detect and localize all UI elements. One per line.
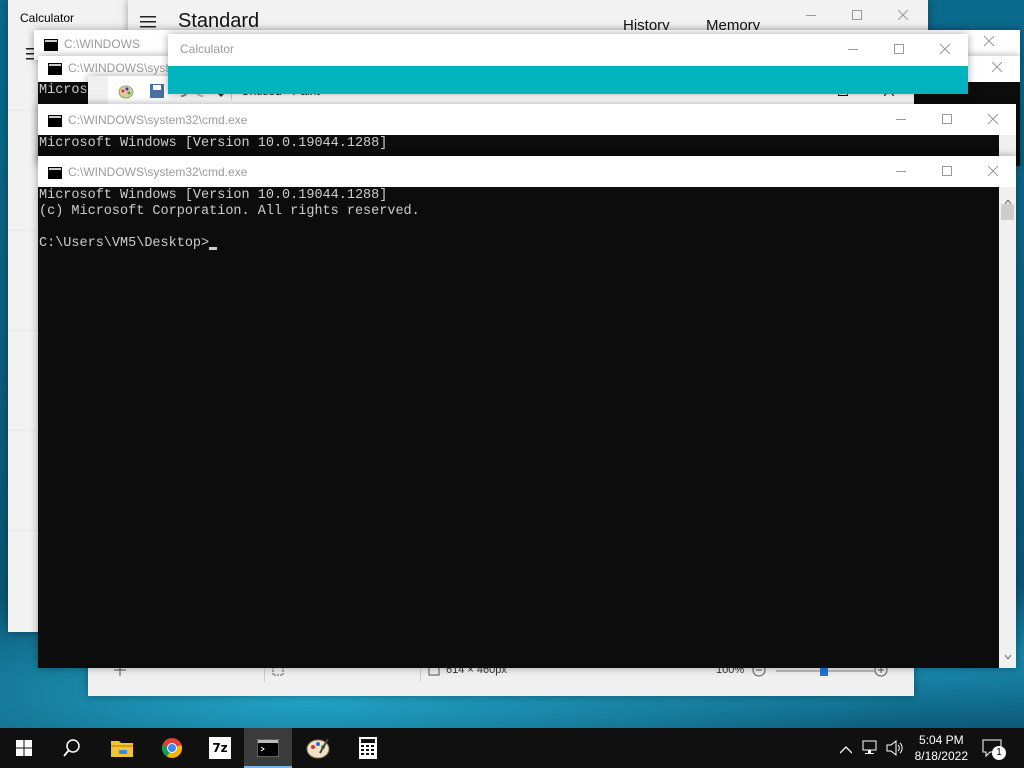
cmd-icon — [44, 38, 58, 56]
console-line: Microsoft Windows [Version 10.0.19044.12… — [39, 188, 388, 203]
file-explorer-button[interactable] — [98, 728, 146, 768]
scrollbar-thumb[interactable] — [1001, 204, 1014, 220]
calculator-icon — [359, 737, 377, 759]
cmd-window-active[interactable]: C:\WINDOWS\system32\cmd.exe Microsoft Wi… — [38, 156, 1016, 668]
minimize-button[interactable] — [788, 0, 834, 30]
vertical-scrollbar[interactable] — [999, 187, 1016, 668]
cmd-window-middle[interactable]: C:\WINDOWS\system32\cmd.exe Microsoft Wi… — [38, 104, 1016, 160]
cmd-icon — [48, 62, 62, 80]
close-button[interactable] — [966, 30, 1012, 52]
calculator-title: Calculator — [180, 42, 235, 56]
folder-icon — [111, 741, 133, 757]
close-button[interactable] — [922, 34, 968, 64]
minimize-button[interactable] — [878, 156, 924, 186]
chrome-button[interactable] — [148, 728, 196, 768]
system-clock[interactable]: 5:04 PM 8/18/2022 — [915, 732, 968, 764]
7zip-button[interactable]: 7z — [196, 728, 244, 768]
notifications-button[interactable]: 1 — [982, 738, 1008, 767]
console-line: Microsoft Windows [Version 10.0.19044.12… — [39, 136, 388, 151]
paint-app-icon — [118, 83, 134, 104]
notification-count-badge: 1 — [992, 746, 1006, 760]
paint-button[interactable] — [294, 728, 342, 768]
window-title: C:\WINDOWS\system32\cmd.exe — [68, 165, 248, 179]
text-cursor — [209, 247, 218, 250]
close-button[interactable] — [970, 156, 1016, 186]
console-output[interactable]: Microsoft Windows [Version 10.0.19044.12… — [38, 187, 999, 668]
close-button[interactable] — [970, 104, 1016, 134]
close-button[interactable] — [974, 52, 1020, 82]
window-title: C:\WINDOWS — [64, 37, 140, 51]
clock-date: 8/18/2022 — [914, 749, 968, 763]
7zip-icon: 7z — [209, 737, 231, 759]
chrome-icon — [161, 738, 183, 758]
close-button[interactable] — [880, 0, 926, 30]
cmd-icon — [257, 739, 279, 757]
scroll-down-icon[interactable] — [1004, 646, 1012, 664]
console-prompt: C:\Users\VM5\Desktop> — [39, 236, 210, 251]
command-prompt-button[interactable] — [244, 728, 292, 768]
paint-palette-icon — [306, 738, 330, 759]
maximize-button[interactable] — [924, 156, 970, 186]
search-button[interactable] — [48, 728, 96, 768]
windows-logo-icon — [16, 740, 32, 756]
save-icon[interactable] — [150, 84, 164, 103]
window-title: C:\WINDOWS\syste — [68, 61, 176, 75]
window-title: C:\WINDOWS\system32\cmd.exe — [68, 113, 248, 127]
search-icon — [63, 739, 80, 757]
show-hidden-icons-icon[interactable] — [839, 741, 853, 759]
start-button[interactable] — [0, 728, 48, 768]
calculator-button[interactable] — [344, 728, 392, 768]
calculator-title: Calculator — [20, 11, 75, 25]
clock-time: 5:04 PM — [918, 733, 964, 747]
calculator-accent-bar — [168, 66, 968, 94]
taskbar: 7z 5:04 PM 8/18/2022 1 — [0, 728, 1024, 768]
network-icon[interactable] — [862, 740, 880, 761]
minimize-button[interactable] — [878, 104, 924, 134]
cmd-icon — [48, 114, 62, 132]
console-line: (c) Microsoft Corporation. All rights re… — [39, 204, 420, 219]
maximize-button[interactable] — [924, 104, 970, 134]
cmd-icon — [48, 166, 62, 184]
maximize-button[interactable] — [876, 34, 922, 64]
volume-icon[interactable] — [886, 739, 904, 761]
maximize-button[interactable] — [834, 0, 880, 30]
minimize-button[interactable] — [830, 34, 876, 64]
calculator-window-front[interactable]: Calculator — [168, 34, 968, 94]
